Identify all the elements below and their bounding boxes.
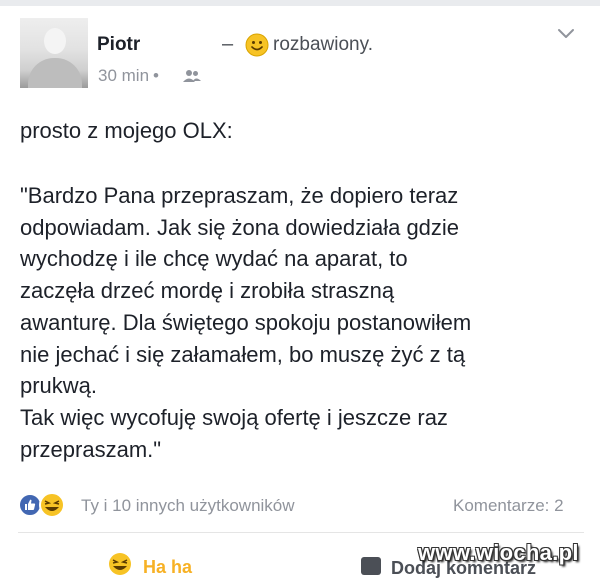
message-line: odpowiadam. Jak się żona dowiedziała gdz… bbox=[20, 214, 460, 240]
post-intro-text: prosto z mojego OLX: bbox=[20, 118, 233, 143]
friends-icon[interactable] bbox=[183, 69, 201, 83]
avatar[interactable] bbox=[20, 18, 88, 88]
watermark: www.wiocha.pl bbox=[418, 540, 579, 565]
feeling-text: rozbawiony. bbox=[273, 34, 373, 55]
message-line: "Bardzo Pana przepraszam, że dopiero ter… bbox=[20, 183, 459, 208]
reaction-icons[interactable] bbox=[18, 492, 78, 518]
reactions-summary[interactable]: Ty i 10 innych użytkowników bbox=[81, 496, 295, 516]
comment-icon[interactable] bbox=[361, 557, 381, 575]
message-line: wychodzę i ile chcę wydać na aparat, to bbox=[20, 246, 408, 272]
smiley-feeling-icon bbox=[245, 33, 269, 57]
avatar-body-shape bbox=[28, 58, 82, 88]
message-line: przepraszam." bbox=[20, 436, 162, 462]
chevron-down-icon[interactable] bbox=[557, 28, 575, 40]
meta-separator: • bbox=[153, 66, 159, 85]
message-line: awanturę. Dla świętego spokoju postanowi… bbox=[20, 309, 472, 335]
feeling-dash: – bbox=[222, 33, 234, 55]
comments-count[interactable]: Komentarze: 2 bbox=[453, 496, 564, 516]
author-name[interactable]: Piotr bbox=[97, 34, 140, 56]
haha-reaction-icon bbox=[39, 492, 65, 518]
post-time[interactable]: 30 min bbox=[98, 66, 149, 85]
haha-action-icon[interactable] bbox=[108, 552, 132, 576]
message-line: nie jechać i się załamałem, bo muszę żyć… bbox=[20, 341, 466, 367]
avatar-head-shape bbox=[44, 28, 66, 54]
message-line: Tak więc wycofuję swoją ofertę i jeszcze… bbox=[20, 404, 448, 430]
action-divider bbox=[18, 532, 584, 533]
post-meta: 30 min • bbox=[98, 66, 163, 86]
message-line: prukwą. bbox=[20, 373, 98, 399]
message-line: zaczęła drzeć mordę i zrobiła straszną bbox=[20, 278, 395, 304]
post-message: "Bardzo Pana przepraszam, że dopiero ter… bbox=[20, 180, 590, 465]
top-bar bbox=[0, 0, 600, 6]
